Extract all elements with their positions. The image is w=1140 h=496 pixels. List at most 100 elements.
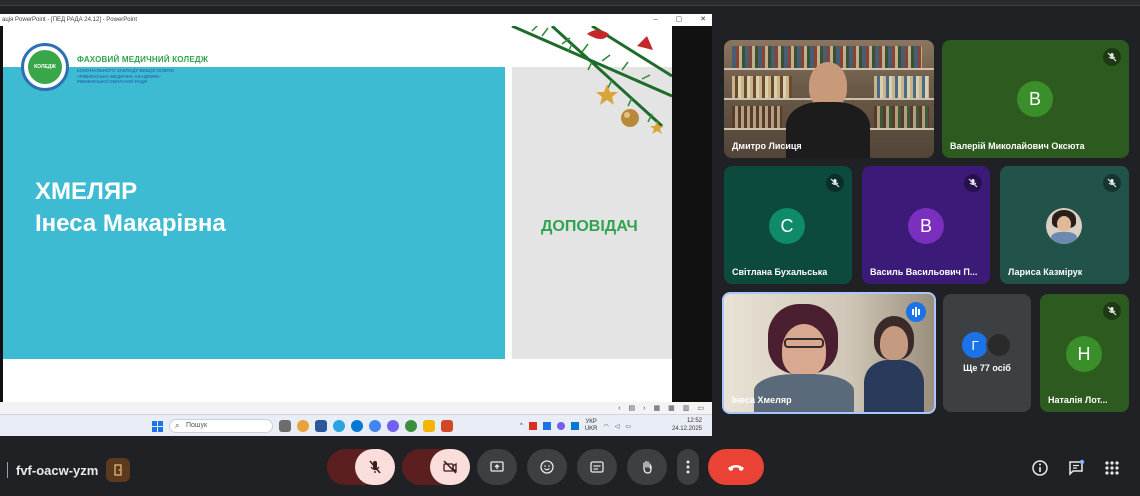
viber-app-icon[interactable] [387, 420, 399, 432]
camera-off-icon [443, 460, 457, 474]
avatar: Г [962, 332, 988, 358]
captions-button[interactable] [577, 449, 617, 485]
mic-off-icon [1103, 302, 1121, 320]
more-options-button[interactable] [677, 449, 699, 485]
participant-tile-speaking[interactable]: Інеса Хмеляр [722, 292, 936, 414]
camera-app-icon[interactable] [279, 420, 291, 432]
telegram-app-icon[interactable] [333, 420, 345, 432]
door-icon[interactable] [106, 458, 131, 482]
volume-icon[interactable]: ◁ [615, 423, 620, 430]
mic-toggle-button[interactable] [355, 449, 395, 485]
activities-button[interactable] [1100, 456, 1124, 480]
participant-name: Наталія Лот... [1048, 395, 1108, 405]
system-tray: ^ УКР UKR ◠ ◁ ▭ [520, 419, 631, 433]
participant-name: Дмитро Лисиця [732, 141, 802, 151]
camera-control [402, 449, 470, 485]
chat-button[interactable] [1064, 456, 1088, 480]
slide-right-border [672, 26, 712, 414]
chrome-app-icon[interactable] [297, 420, 309, 432]
speaker-name: ХМЕЛЯР Інеса Макарівна [35, 176, 226, 240]
shared-screen: ація PowerPoint - [ПЕД РАДА 24.12] - Pow… [0, 14, 712, 436]
participant-tile[interactable]: Лариса Казмірук [1000, 166, 1129, 284]
browser-app-icon[interactable] [405, 420, 417, 432]
next-slide-icon[interactable]: › [643, 405, 645, 412]
tray-app-icon-4[interactable] [570, 422, 579, 430]
mic-control [327, 449, 395, 485]
participant-name: Василь Васильович П... [870, 267, 978, 277]
avatar: С [769, 208, 805, 244]
present-icon [490, 461, 504, 472]
college-logo: КОЛЕДЖ [21, 43, 69, 91]
meeting-code: fvf-oacw-yzm [16, 462, 99, 478]
powerpoint-titlebar: ація PowerPoint - [ПЕД РАДА 24.12] - Pow… [0, 14, 712, 26]
captions-icon [590, 461, 604, 473]
folder-app-icon[interactable] [423, 420, 435, 432]
avatar-photo [986, 332, 1012, 358]
battery-icon[interactable]: ▭ [625, 423, 631, 430]
raise-hand-button[interactable] [627, 449, 667, 485]
sorter-view-icon[interactable]: ▦ [668, 404, 675, 412]
participant-name: Світлана Бухальська [732, 267, 828, 277]
meeting-details-button[interactable] [1028, 456, 1052, 480]
powerpoint-app-icon[interactable] [441, 420, 453, 432]
participant-tile[interactable]: Дмитро Лисиця [724, 40, 934, 158]
window-title: ація PowerPoint - [ПЕД РАДА 24.12] - Pow… [2, 17, 137, 23]
avatar: В [1017, 81, 1053, 117]
mic-off-icon [964, 174, 982, 192]
camera-toggle-button[interactable] [430, 449, 470, 485]
mic-off-icon [826, 174, 844, 192]
minimize-icon: – [653, 16, 658, 23]
meeting-info: fvf-oacw-yzm [7, 458, 131, 482]
wifi-icon[interactable]: ◠ [604, 423, 609, 430]
apps-grid-icon [1105, 461, 1119, 475]
google-chrome-icon[interactable] [369, 420, 381, 432]
slide: КОЛЕДЖ ФАХОВИЙ МЕДИЧНИЙ КОЛЕДЖ КОМУНАЛЬН… [3, 26, 672, 402]
maximize-icon: ▢ [675, 16, 683, 23]
present-screen-button[interactable] [477, 449, 517, 485]
tray-app-icon-3[interactable] [556, 422, 565, 430]
edge-app-icon[interactable] [351, 420, 363, 432]
more-participants-tile[interactable]: Г Ще 77 осіб [943, 294, 1031, 412]
participant-name: Валерій Миколайович Оксюта [950, 141, 1085, 151]
tray-app-icon-2[interactable] [542, 422, 551, 430]
mic-off-icon [1103, 174, 1121, 192]
reactions-button[interactable] [527, 449, 567, 485]
college-name: ФАХОВИЙ МЕДИЧНИЙ КОЛЕДЖ [77, 55, 209, 64]
leave-call-button[interactable] [708, 449, 764, 485]
normal-view-icon[interactable]: ▦ [654, 404, 661, 412]
prev-slide-icon[interactable]: ‹ [618, 405, 620, 412]
speaking-indicator-icon [906, 302, 926, 322]
speaker-surname: ХМЕЛЯР [35, 178, 138, 205]
participant-name: Лариса Казмірук [1008, 267, 1083, 277]
avatar: Н [1066, 336, 1102, 372]
participant-photo [1046, 208, 1082, 244]
tray-app-icon[interactable] [528, 422, 537, 430]
info-icon [1032, 460, 1048, 476]
more-participants-label: Ще 77 осіб [963, 363, 1011, 373]
powerpoint-statusbar: ‹ ▤ › ▦ ▦ ▥ ▭ [0, 402, 712, 414]
hand-icon [643, 460, 652, 474]
slideshow-view-icon[interactable]: ▭ [697, 404, 704, 412]
notes-icon[interactable]: ▤ [629, 404, 636, 412]
taskbar-clock[interactable]: 12:52 24.12.2025 [672, 417, 702, 433]
participant-tile[interactable]: В Валерій Миколайович Оксюта [942, 40, 1129, 158]
speaker-role: ДОПОВІДАЧ [541, 218, 638, 235]
taskbar-date: 24.12.2025 [671, 426, 702, 432]
emoji-icon [540, 460, 554, 474]
word-app-icon[interactable] [315, 420, 327, 432]
mic-off-icon [369, 460, 381, 474]
windows-start-icon[interactable] [152, 420, 163, 432]
mic-off-icon [1103, 48, 1121, 66]
tray-chevron-icon[interactable]: ^ [520, 423, 523, 429]
taskbar-search[interactable]: Пошук [169, 419, 273, 433]
college-subtitle: КОМУНАЛЬНОГО ЗАКЛАДУ ВИЩОЇ ОСВІТИ «РІВНЕ… [77, 68, 174, 84]
participant-name: Інеса Хмеляр [732, 395, 792, 405]
language-indicator[interactable]: УКР UKR [585, 419, 598, 433]
top-bar [0, 0, 1140, 6]
more-vert-icon [686, 460, 690, 474]
close-icon: ✕ [700, 16, 706, 23]
windows-taskbar: Пошук ^ УКР UKR [0, 414, 712, 436]
hang-up-icon [728, 465, 744, 471]
chat-icon [1069, 459, 1085, 476]
reading-view-icon[interactable]: ▥ [683, 404, 690, 412]
